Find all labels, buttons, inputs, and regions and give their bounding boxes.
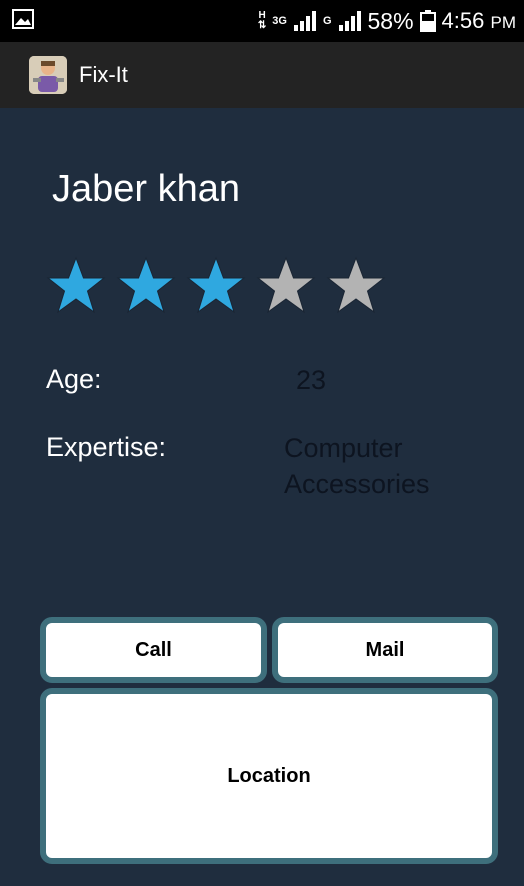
hspa-indicator: H ⇅ bbox=[257, 10, 267, 31]
location-button[interactable]: Location bbox=[40, 688, 498, 864]
status-indicators: H ⇅ 3G G 58% 4:56 PM bbox=[258, 6, 516, 36]
age-label: Age: bbox=[46, 364, 102, 394]
star-filled-icon[interactable] bbox=[44, 256, 108, 316]
network-type-g: G bbox=[322, 14, 332, 27]
battery-icon bbox=[419, 10, 436, 32]
network-type-3g: 3G bbox=[272, 14, 287, 27]
star-empty-icon[interactable] bbox=[324, 256, 388, 316]
star-empty-icon[interactable] bbox=[254, 256, 318, 316]
battery-percent: 58% bbox=[367, 7, 414, 34]
star-filled-icon[interactable] bbox=[114, 256, 178, 316]
star-filled-icon[interactable] bbox=[184, 256, 248, 316]
expertise-label: Expertise: bbox=[46, 432, 167, 462]
app-bar: Fix-It bbox=[0, 42, 524, 108]
expertise-value: Computer Accessories bbox=[284, 433, 430, 499]
age-value: 23 bbox=[296, 365, 327, 395]
status-bar: H ⇅ 3G G 58% 4:56 PM bbox=[0, 0, 524, 42]
app-title: Fix-It bbox=[79, 62, 128, 87]
worker-name: Jaber khan bbox=[52, 168, 241, 210]
signal-strength-icon bbox=[293, 11, 316, 31]
rating-stars bbox=[44, 256, 388, 316]
image-notification-icon bbox=[12, 9, 34, 29]
call-button[interactable]: Call bbox=[40, 617, 267, 683]
mail-button[interactable]: Mail bbox=[272, 617, 498, 683]
app-logo-icon bbox=[29, 56, 67, 94]
signal-strength-icon-2 bbox=[338, 11, 361, 31]
clock: 4:56 PM bbox=[441, 8, 516, 33]
